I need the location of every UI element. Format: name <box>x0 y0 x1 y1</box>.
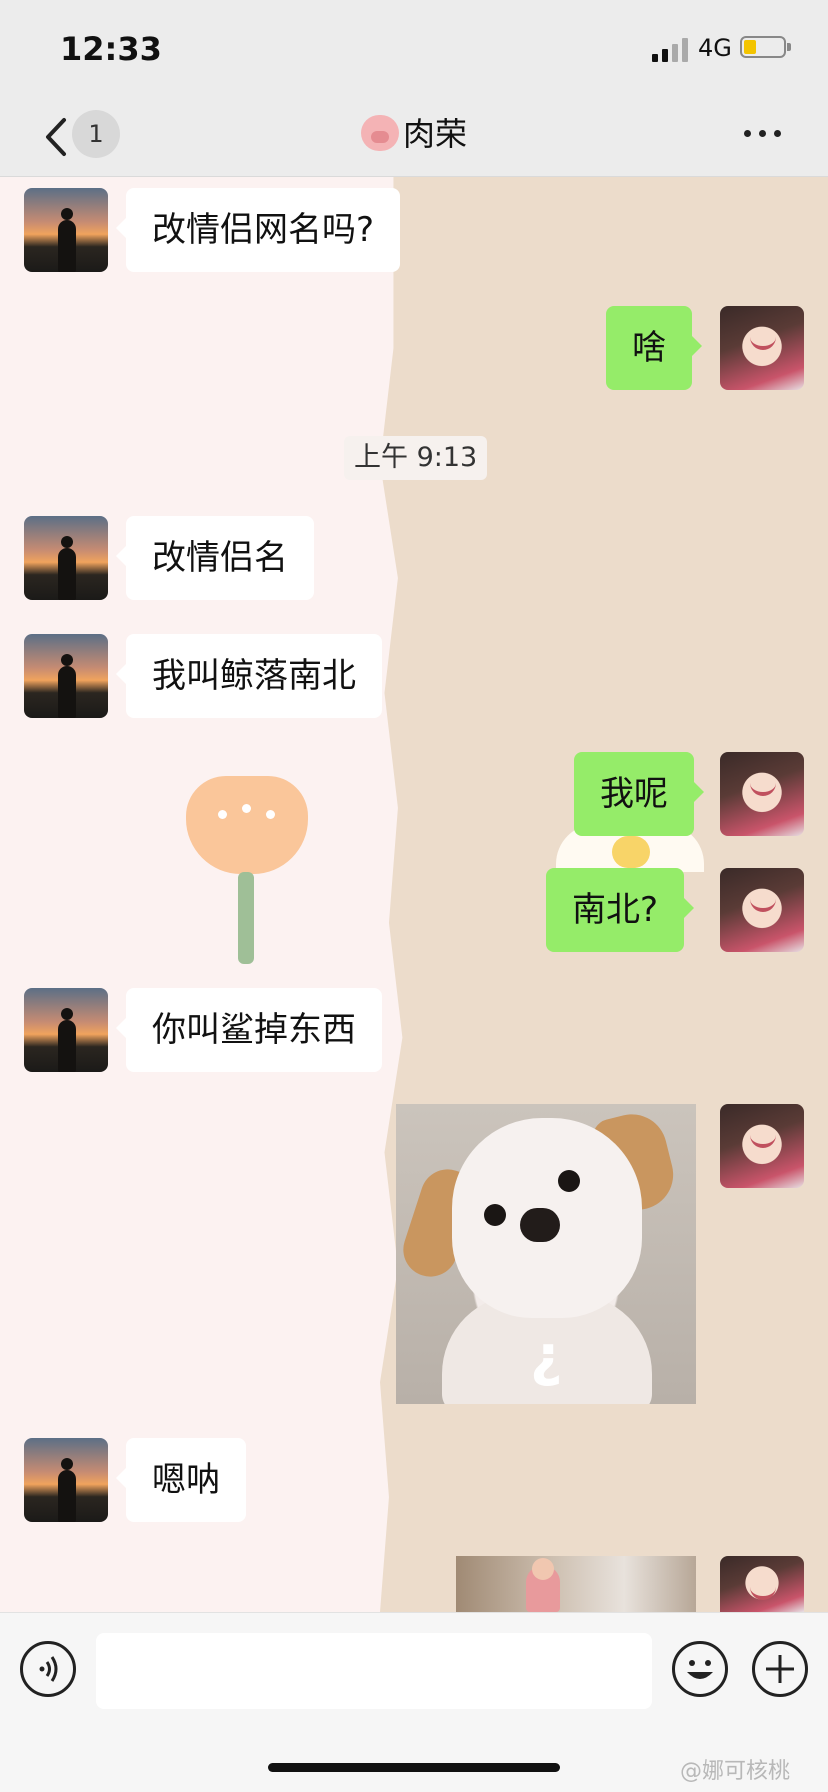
message-bubble-incoming[interactable]: 嗯呐 <box>116 1438 246 1522</box>
my-avatar[interactable] <box>720 306 804 390</box>
contact-name: 肉荣 <box>402 115 467 153</box>
status-time: 12:33 <box>60 30 162 68</box>
message-bubble-incoming[interactable]: 你叫鲨掉东西 <box>116 988 382 1072</box>
contact-avatar[interactable] <box>24 634 108 718</box>
pig-emoji-icon <box>360 115 399 151</box>
chat-screen: 12:33 4G 1 肉荣 改情侣网名吗? 啥 上午 9:13 改情侣名 我叫鲸… <box>0 0 828 1792</box>
nav-bar: 1 肉荣 <box>0 100 828 177</box>
message-bubble-incoming[interactable]: 我叫鲸落南北 <box>116 634 382 718</box>
message-bubble-outgoing[interactable]: 啥 <box>606 306 702 390</box>
input-bar: @娜可核桃 <box>0 1612 828 1792</box>
add-more-icon[interactable] <box>752 1641 808 1697</box>
home-indicator[interactable] <box>268 1763 560 1772</box>
wallpaper-flower <box>186 776 308 874</box>
contact-avatar[interactable] <box>24 516 108 600</box>
message-input-field[interactable] <box>96 1633 652 1709</box>
contact-avatar[interactable] <box>24 1438 108 1522</box>
message-bubble-incoming[interactable]: 改情侣名 <box>116 516 314 600</box>
signal-icon <box>652 36 688 62</box>
sticker-caption: ¿ <box>530 1324 563 1389</box>
chat-title: 肉荣 <box>0 110 828 158</box>
my-avatar[interactable] <box>720 752 804 836</box>
battery-icon <box>740 36 791 58</box>
my-avatar[interactable] <box>720 868 804 952</box>
voice-input-icon[interactable] <box>20 1641 76 1697</box>
contact-avatar[interactable] <box>24 988 108 1072</box>
more-options-icon[interactable] <box>744 130 781 137</box>
emoji-icon[interactable] <box>672 1641 728 1697</box>
photo-message-image[interactable] <box>456 1556 696 1612</box>
status-bar: 12:33 4G <box>0 0 828 100</box>
message-timestamp: 上午 9:13 <box>344 436 488 480</box>
wallpaper-left <box>0 176 420 1612</box>
my-avatar[interactable] <box>720 1104 804 1188</box>
wallpaper-flower-stem <box>238 872 254 964</box>
message-bubble-incoming[interactable]: 改情侣网名吗? <box>115 188 401 272</box>
message-bubble-outgoing[interactable]: 南北? <box>546 868 695 952</box>
contact-avatar[interactable] <box>24 188 108 272</box>
network-type: 4G <box>698 34 732 62</box>
my-avatar[interactable] <box>720 1556 804 1612</box>
dog-sticker-image[interactable]: ¿ <box>396 1104 696 1404</box>
message-bubble-outgoing[interactable]: 我呢 <box>574 752 704 836</box>
watermark-text: @娜可核桃 <box>680 1759 791 1784</box>
